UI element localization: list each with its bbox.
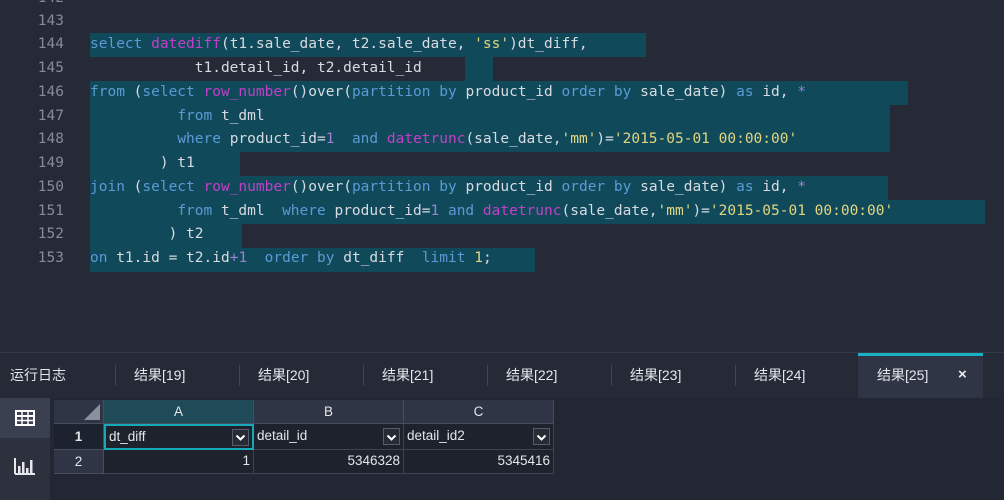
table-view-button[interactable] bbox=[0, 398, 50, 438]
tab-result-22[interactable]: 结果[22] bbox=[506, 353, 557, 398]
code-line-144: select datediff(t1.sale_date, t2.sale_da… bbox=[90, 36, 588, 52]
code-line-150: join (select row_number()over(partition … bbox=[90, 179, 806, 195]
column-header-c[interactable]: C bbox=[404, 400, 554, 424]
chevron-down-icon bbox=[386, 434, 397, 441]
tab-result-23[interactable]: 结果[23] bbox=[630, 353, 681, 398]
tab-result-19[interactable]: 结果[19] bbox=[134, 353, 185, 398]
code-line-152: ) t2 bbox=[90, 226, 204, 242]
selection-highlight bbox=[465, 57, 493, 81]
chart-view-button[interactable] bbox=[0, 446, 50, 486]
row-number-1[interactable]: 1 bbox=[54, 424, 104, 450]
field-header-cell[interactable]: detail_id2 bbox=[404, 424, 554, 450]
corner-triangle-icon bbox=[84, 404, 100, 420]
column-filter-dropdown[interactable] bbox=[383, 428, 400, 445]
field-header-cell[interactable]: dt_diff bbox=[104, 424, 254, 450]
field-name: dt_diff bbox=[109, 429, 146, 444]
bar-chart-icon bbox=[14, 458, 35, 475]
tab-divider bbox=[363, 365, 364, 386]
column-header-a[interactable]: A bbox=[104, 400, 254, 424]
tab-result-24[interactable]: 结果[24] bbox=[754, 353, 805, 398]
table-cell[interactable]: 1 bbox=[104, 450, 254, 474]
tab-divider bbox=[115, 365, 116, 386]
code-line-147: from t_dml bbox=[177, 108, 265, 124]
code-line-153: on t1.id = t2.id+1 order by dt_diff limi… bbox=[90, 250, 492, 266]
table-icon bbox=[15, 410, 35, 426]
row-number-2[interactable]: 2 bbox=[54, 450, 104, 474]
code-line-145: t1.detail_id, t2.detail_id bbox=[90, 60, 422, 76]
code-line-151: from t_dml where product_id=1 and datetr… bbox=[177, 203, 894, 219]
chevron-down-icon bbox=[235, 434, 246, 441]
result-view-toolbar bbox=[0, 398, 50, 500]
tab-result-21[interactable]: 结果[21] bbox=[382, 353, 433, 398]
chevron-down-icon bbox=[536, 434, 547, 441]
field-name: detail_id2 bbox=[407, 428, 465, 443]
tab-run-log[interactable]: 运行日志 bbox=[10, 353, 66, 398]
tab-result-20[interactable]: 结果[20] bbox=[258, 353, 309, 398]
sql-editor[interactable]: 142 143 144 145 146 147 148 149 150 151 … bbox=[0, 0, 1004, 352]
tab-label: 结果[25] bbox=[877, 367, 929, 383]
column-header-b[interactable]: B bbox=[254, 400, 404, 424]
code-line-146: from (select row_number()over(partition … bbox=[90, 84, 806, 100]
column-filter-dropdown[interactable] bbox=[533, 428, 550, 445]
code-line-149: ) t1 bbox=[90, 155, 195, 171]
table-cell[interactable]: 5346328 bbox=[254, 450, 404, 474]
result-grid: A B C 1 dt_diff detail_id detail_id2 2 1… bbox=[50, 398, 1004, 500]
field-header-cell[interactable]: detail_id bbox=[254, 424, 404, 450]
field-name: detail_id bbox=[257, 428, 308, 443]
tab-result-25[interactable]: 结果[25] × bbox=[858, 353, 983, 398]
column-filter-dropdown[interactable] bbox=[232, 429, 249, 446]
tab-divider bbox=[487, 365, 488, 386]
code-line-148: where product_id=1 and datetrunc(sale_da… bbox=[177, 131, 798, 147]
tab-divider bbox=[735, 365, 736, 386]
close-icon[interactable]: × bbox=[958, 356, 967, 394]
table-cell[interactable]: 5345416 bbox=[404, 450, 554, 474]
code-area[interactable]: select datediff(t1.sale_date, t2.sale_da… bbox=[0, 0, 1004, 352]
tab-divider bbox=[611, 365, 612, 386]
tab-divider bbox=[239, 365, 240, 386]
select-all-corner[interactable] bbox=[54, 400, 104, 424]
result-tabs: 运行日志 结果[19] 结果[20] 结果[21] 结果[22] 结果[23] … bbox=[0, 352, 1004, 398]
